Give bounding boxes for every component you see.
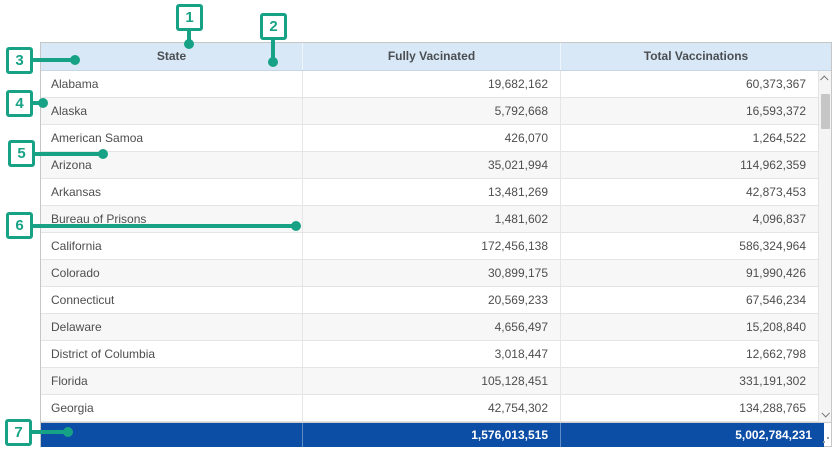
- resize-grip-icon[interactable]: [822, 437, 829, 444]
- scrollbar-thumb[interactable]: [821, 94, 830, 129]
- column-header-total-vaccinations[interactable]: Total Vaccinations: [561, 43, 831, 70]
- callout-number-box: 3: [6, 47, 33, 74]
- scrollbar-up-arrow[interactable]: [819, 72, 831, 86]
- table-body: Alabama19,682,16260,373,367Alaska5,792,6…: [41, 71, 818, 422]
- table-header-row: State Fully Vacinated Total Vaccinations: [41, 43, 831, 71]
- cell-total-vaccinations: 4,096,837: [561, 206, 818, 232]
- cell-fully-vaccinated: 105,128,451: [303, 368, 561, 394]
- callout-anchor-dot: [268, 57, 278, 67]
- vaccinations-table: State Fully Vacinated Total Vaccinations…: [40, 42, 832, 447]
- cell-total-vaccinations: 15,208,840: [561, 314, 818, 340]
- cell-total-vaccinations: 114,962,359: [561, 152, 818, 178]
- callout-leader-line: [32, 58, 75, 62]
- callout-anchor-dot: [291, 221, 301, 231]
- cell-state: Colorado: [41, 260, 303, 286]
- table-row[interactable]: District of Columbia3,018,44712,662,798: [41, 341, 818, 368]
- callout-leader-line: [32, 224, 296, 228]
- callout-number-box: 6: [6, 212, 33, 239]
- callout-number-box: 5: [8, 140, 35, 167]
- cell-state: Arkansas: [41, 179, 303, 205]
- cell-state: Georgia: [41, 395, 303, 421]
- cell-state: Bureau of Prisons: [41, 206, 303, 232]
- table-row[interactable]: Arkansas13,481,26942,873,453: [41, 179, 818, 206]
- callout-anchor-dot: [98, 149, 108, 159]
- cell-state: Florida: [41, 368, 303, 394]
- cell-fully-vaccinated: 30,899,175: [303, 260, 561, 286]
- cell-total-vaccinations: 134,288,765: [561, 395, 818, 421]
- table-row[interactable]: Alaska5,792,66816,593,372: [41, 98, 818, 125]
- callout-leader-line: [34, 152, 103, 156]
- chevron-down-icon: [821, 409, 829, 417]
- cell-fully-vaccinated: 1,481,602: [303, 206, 561, 232]
- cell-total-vaccinations: 12,662,798: [561, 341, 818, 367]
- callout-anchor-dot: [63, 427, 73, 437]
- cell-state: Delaware: [41, 314, 303, 340]
- callout-number-box: 4: [6, 90, 33, 117]
- cell-total-vaccinations: 16,593,372: [561, 98, 818, 124]
- table-row[interactable]: Bureau of Prisons1,481,6024,096,837: [41, 206, 818, 233]
- callout-anchor-dot: [70, 55, 80, 65]
- table-row[interactable]: Alabama19,682,16260,373,367: [41, 71, 818, 98]
- total-cell-fully-vaccinated: 1,576,013,515: [303, 423, 561, 447]
- cell-state: Alaska: [41, 98, 303, 124]
- chevron-up-icon: [820, 75, 828, 83]
- table-row[interactable]: Colorado30,899,17591,990,426: [41, 260, 818, 287]
- cell-fully-vaccinated: 5,792,668: [303, 98, 561, 124]
- table-row[interactable]: Arizona35,021,994114,962,359: [41, 152, 818, 179]
- callout-anchor-dot: [38, 98, 48, 108]
- callout-number-box: 7: [5, 419, 32, 446]
- column-header-fully-vaccinated[interactable]: Fully Vacinated: [303, 43, 561, 70]
- table-row[interactable]: Delaware4,656,49715,208,840: [41, 314, 818, 341]
- scrollbar-down-arrow[interactable]: [819, 407, 831, 421]
- table-row[interactable]: Florida105,128,451331,191,302: [41, 368, 818, 395]
- cell-fully-vaccinated: 4,656,497: [303, 314, 561, 340]
- cell-fully-vaccinated: 172,456,138: [303, 233, 561, 259]
- table-row[interactable]: American Samoa426,0701,264,522: [41, 125, 818, 152]
- cell-total-vaccinations: 1,264,522: [561, 125, 818, 151]
- table-row[interactable]: California172,456,138586,324,964: [41, 233, 818, 260]
- cell-total-vaccinations: 42,873,453: [561, 179, 818, 205]
- cell-total-vaccinations: 331,191,302: [561, 368, 818, 394]
- vertical-scrollbar[interactable]: [818, 71, 831, 422]
- cell-state: American Samoa: [41, 125, 303, 151]
- total-cell-state: [41, 423, 303, 447]
- cell-fully-vaccinated: 3,018,447: [303, 341, 561, 367]
- cell-total-vaccinations: 91,990,426: [561, 260, 818, 286]
- total-row: 1,576,013,515 5,002,784,231: [41, 423, 824, 447]
- cell-fully-vaccinated: 42,754,302: [303, 395, 561, 421]
- cell-fully-vaccinated: 20,569,233: [303, 287, 561, 313]
- cell-state: Connecticut: [41, 287, 303, 313]
- column-header-state[interactable]: State: [41, 43, 303, 70]
- cell-fully-vaccinated: 13,481,269: [303, 179, 561, 205]
- cell-total-vaccinations: 586,324,964: [561, 233, 818, 259]
- cell-state: Alabama: [41, 71, 303, 97]
- callout-number-box: 1: [176, 4, 203, 31]
- table-row[interactable]: Georgia42,754,302134,288,765: [41, 395, 818, 422]
- cell-state: District of Columbia: [41, 341, 303, 367]
- cell-fully-vaccinated: 426,070: [303, 125, 561, 151]
- callout-anchor-dot: [184, 39, 194, 49]
- total-cell-total-vaccinations: 5,002,784,231: [561, 423, 824, 447]
- cell-fully-vaccinated: 35,021,994: [303, 152, 561, 178]
- callout-number-box: 2: [260, 13, 287, 40]
- vaccination-table-page: State Fully Vacinated Total Vaccinations…: [0, 0, 833, 453]
- cell-total-vaccinations: 60,373,367: [561, 71, 818, 97]
- table-row[interactable]: Connecticut20,569,23367,546,234: [41, 287, 818, 314]
- cell-state: California: [41, 233, 303, 259]
- cell-total-vaccinations: 67,546,234: [561, 287, 818, 313]
- cell-fully-vaccinated: 19,682,162: [303, 71, 561, 97]
